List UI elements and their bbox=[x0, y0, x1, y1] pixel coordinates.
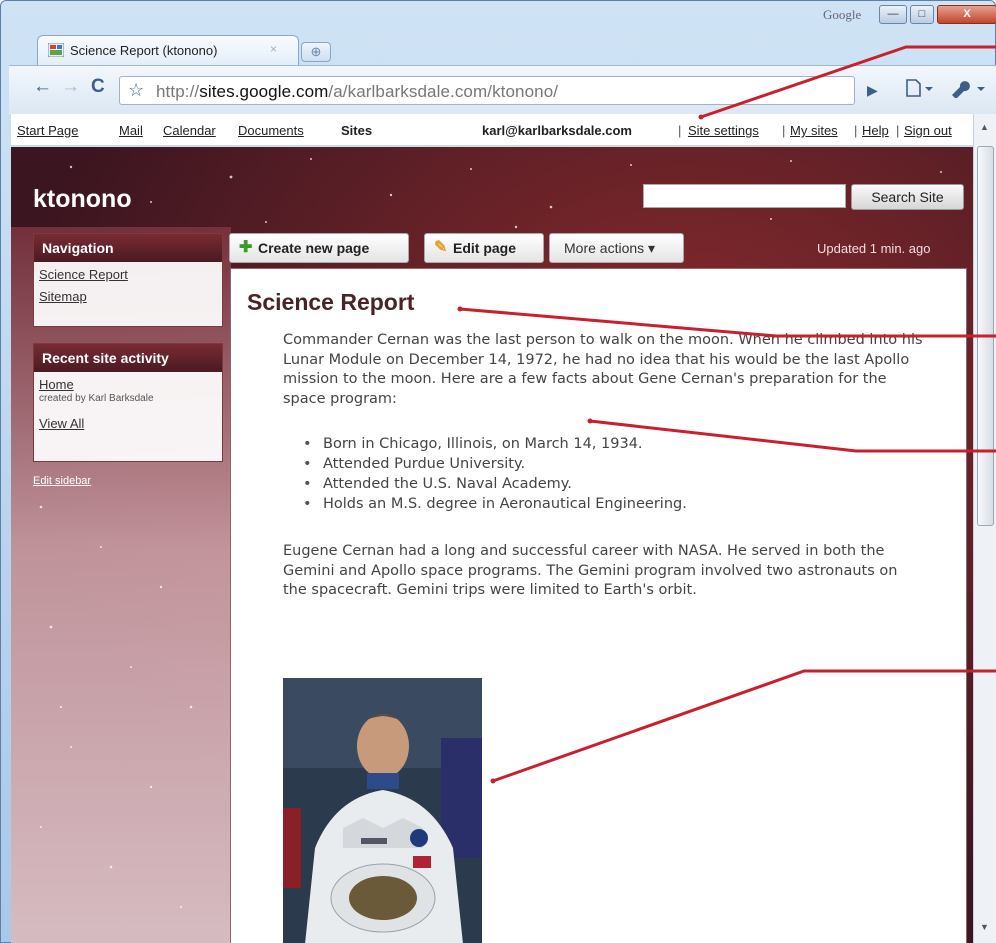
maximize-button[interactable]: □ bbox=[910, 5, 934, 24]
plus-icon: ✚ bbox=[239, 239, 253, 256]
window-brand: Google bbox=[823, 7, 862, 22]
recent-home-caption: created by Karl Barksdale bbox=[39, 393, 154, 404]
separator: | bbox=[782, 123, 786, 138]
page-content: Science Report Commander Cernan was the … bbox=[230, 268, 967, 943]
career-paragraph: Eugene Cernan had a long and successful … bbox=[283, 543, 898, 598]
title-bar: Google — □ X bbox=[1, 1, 996, 37]
tab-science-report[interactable]: Science Report (ktonono) × bbox=[37, 35, 299, 65]
forward-icon[interactable]: → bbox=[61, 76, 80, 98]
sign-out-link[interactable]: Sign out bbox=[904, 123, 952, 138]
navigation-heading: Navigation bbox=[34, 234, 222, 262]
gbar-calendar[interactable]: Calendar bbox=[163, 123, 216, 138]
url-text: http://sites.google.com/a/karlbarksdale.… bbox=[156, 82, 559, 101]
separator: | bbox=[896, 123, 900, 138]
list-item: Holds an M.S. degree in Aeronautical Eng… bbox=[301, 494, 687, 514]
list-item: Attended the U.S. Naval Academy. bbox=[301, 474, 687, 494]
tab-close-icon[interactable]: × bbox=[270, 42, 277, 56]
site-title[interactable]: ktonono bbox=[33, 185, 132, 214]
recent-activity-panel: Recent site activity Home created by Kar… bbox=[33, 343, 223, 462]
site-settings-link[interactable]: Site settings bbox=[688, 123, 759, 138]
site-search-input[interactable] bbox=[643, 184, 846, 208]
address-bar[interactable]: ☆ http://sites.google.com/a/karlbarksdal… bbox=[119, 76, 855, 105]
edit-sidebar-link[interactable]: Edit sidebar bbox=[33, 475, 91, 487]
gbar-start-page[interactable]: Start Page bbox=[17, 123, 78, 138]
list-item: Attended Purdue University. bbox=[301, 454, 687, 474]
gbar-mail[interactable]: Mail bbox=[119, 123, 143, 138]
gbar-documents[interactable]: Documents bbox=[238, 123, 304, 138]
nav-link-sitemap[interactable]: Sitemap bbox=[39, 289, 217, 304]
google-bar: Start Page Mail Calendar Documents Sites… bbox=[11, 114, 973, 146]
create-new-page-button[interactable]: ✚ Create new page bbox=[229, 233, 409, 263]
star-icon[interactable]: ☆ bbox=[128, 80, 144, 101]
page-title: Science Report bbox=[247, 289, 415, 315]
page-menu-icon[interactable] bbox=[905, 78, 935, 103]
scroll-thumb[interactable] bbox=[977, 146, 994, 526]
help-link[interactable]: Help bbox=[862, 123, 889, 138]
site-area: ktonono Search Site Navigation Science R… bbox=[11, 147, 973, 943]
browser-toolbar: ← → C ☆ http://sites.google.com/a/karlba… bbox=[9, 65, 996, 114]
separator: | bbox=[678, 123, 682, 138]
user-email: karl@karlbarksdale.com bbox=[482, 123, 632, 138]
list-item: Born in Chicago, Illinois, on March 14, … bbox=[301, 434, 687, 454]
my-sites-link[interactable]: My sites bbox=[790, 123, 838, 138]
intro-paragraph: Commander Cernan was the last person to … bbox=[283, 332, 923, 407]
go-icon[interactable]: ▶ bbox=[867, 82, 878, 99]
sites-favicon-icon bbox=[48, 43, 64, 57]
edit-page-button[interactable]: ✎ Edit page bbox=[424, 233, 544, 263]
minimize-button[interactable]: — bbox=[879, 5, 907, 24]
new-tab-button[interactable]: ⊕ bbox=[301, 42, 331, 62]
scroll-up-icon[interactable]: ▲ bbox=[980, 122, 989, 132]
page-scrollbar[interactable]: ▲ ▼ bbox=[973, 114, 996, 943]
reload-icon[interactable]: C bbox=[91, 76, 105, 98]
search-site-button[interactable]: Search Site bbox=[851, 184, 964, 210]
tab-title: Science Report (ktonono) bbox=[70, 43, 218, 58]
gbar-sites[interactable]: Sites bbox=[341, 123, 372, 138]
recent-activity-heading: Recent site activity bbox=[34, 344, 222, 372]
close-window-button[interactable]: X bbox=[937, 5, 996, 24]
wrench-icon[interactable] bbox=[949, 78, 989, 103]
facts-list: Born in Chicago, Illinois, on March 14, … bbox=[301, 434, 687, 514]
separator: | bbox=[854, 123, 858, 138]
view-all-link[interactable]: View All bbox=[39, 416, 217, 431]
nav-link-science-report[interactable]: Science Report bbox=[39, 267, 217, 282]
back-icon[interactable]: ← bbox=[33, 76, 52, 98]
scroll-down-icon[interactable]: ▼ bbox=[980, 922, 989, 932]
more-actions-dropdown[interactable]: More actions ▾ bbox=[549, 233, 684, 263]
updated-timestamp: Updated 1 min. ago bbox=[817, 241, 931, 256]
browser-window: Google — □ X Science Report (ktonono) × … bbox=[0, 0, 996, 943]
recent-home-link[interactable]: Home bbox=[39, 377, 217, 392]
astronaut-photo[interactable] bbox=[283, 678, 482, 943]
pencil-icon: ✎ bbox=[434, 239, 448, 256]
navigation-panel: Navigation Science Report Sitemap bbox=[33, 233, 223, 327]
